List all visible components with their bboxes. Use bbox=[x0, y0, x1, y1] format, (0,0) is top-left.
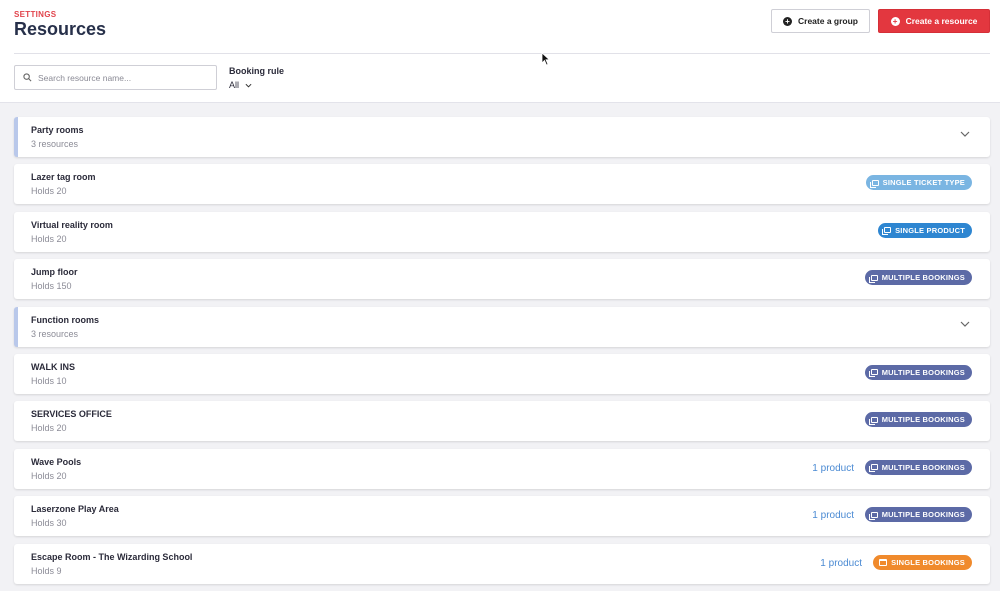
resource-name: Virtual reality room bbox=[31, 219, 113, 230]
resource-name: Function rooms bbox=[31, 314, 99, 325]
booking-rule-value: All bbox=[229, 80, 240, 90]
create-resource-button[interactable]: + Create a resource bbox=[878, 9, 990, 33]
badge-label: MULTIPLE BOOKINGS bbox=[881, 415, 965, 425]
resource-name: Jump floor bbox=[31, 267, 78, 278]
resource-row[interactable]: Jump floor Holds 150 MULTIPLE BOOKINGS bbox=[14, 259, 990, 300]
resource-capacity: Holds 10 bbox=[31, 375, 67, 386]
product-count-link[interactable]: 1 product bbox=[812, 510, 854, 521]
resource-group-row[interactable]: Function rooms 3 resources bbox=[14, 306, 990, 347]
stack-icon bbox=[882, 227, 892, 236]
mouse-cursor-icon bbox=[541, 52, 551, 66]
resource-name: WALK INS bbox=[31, 361, 75, 372]
badge-label: SINGLE BOOKINGS bbox=[891, 557, 965, 567]
stack-icon bbox=[868, 416, 878, 425]
create-resource-label: Create a resource bbox=[905, 16, 978, 26]
resource-row[interactable]: WALK INS Holds 10 MULTIPLE BOOKINGS bbox=[14, 353, 990, 394]
calendar-icon bbox=[879, 558, 888, 566]
page-header: SETTINGS Resources + Create a group + Cr… bbox=[0, 0, 1000, 103]
search-box[interactable] bbox=[14, 65, 217, 90]
resource-capacity: Holds 20 bbox=[31, 423, 67, 434]
resource-list: Party rooms 3 resources Lazer tag room Hold… bbox=[14, 117, 990, 591]
create-group-button[interactable]: + Create a group bbox=[771, 9, 870, 33]
resource-group-row[interactable]: Party rooms 3 resources bbox=[14, 117, 990, 157]
resource-row[interactable]: Wave Pools Holds 20 MULTIPLE BOOKINGS 1 pro… bbox=[14, 448, 990, 489]
booking-rule-badge: MULTIPLE BOOKINGS bbox=[864, 507, 972, 523]
booking-rule-badge: MULTIPLE BOOKINGS bbox=[864, 364, 972, 380]
chevron-down-icon[interactable] bbox=[960, 131, 970, 138]
stack-icon bbox=[868, 464, 878, 473]
resource-name: SERVICES OFFICE bbox=[31, 409, 112, 420]
booking-rule-badge: MULTIPLE BOOKINGS bbox=[864, 412, 972, 428]
resource-count: 3 resources bbox=[31, 139, 79, 149]
badge-label: SINGLE PRODUCT bbox=[895, 225, 965, 235]
resource-capacity: Holds 9 bbox=[31, 565, 62, 576]
resource-name: Party rooms bbox=[31, 125, 84, 135]
resource-row[interactable]: Laserzone Play Area Holds 30 MULTIPLE BOOK… bbox=[14, 496, 990, 537]
resource-capacity: Holds 150 bbox=[31, 281, 72, 292]
resource-capacity: Holds 20 bbox=[31, 186, 67, 197]
chevron-down-icon bbox=[245, 83, 252, 88]
plus-circle-icon: + bbox=[783, 16, 792, 26]
booking-rule-badge: SINGLE BOOKINGS bbox=[873, 554, 972, 570]
chevron-down-icon[interactable] bbox=[960, 321, 970, 328]
resource-name: Laserzone Play Area bbox=[31, 504, 119, 515]
resource-row[interactable]: Virtual reality room Holds 20 SINGLE PRODU… bbox=[14, 211, 990, 252]
resource-row[interactable]: Lazer tag room Holds 20 SINGLE TICKET TYPE bbox=[14, 164, 990, 205]
resource-count: 3 resources bbox=[31, 328, 79, 339]
booking-rule-label: Booking rule bbox=[229, 66, 285, 76]
resource-name: Lazer tag room bbox=[31, 172, 96, 183]
search-icon bbox=[23, 73, 32, 82]
booking-rule-badge: MULTIPLE BOOKINGS bbox=[864, 270, 972, 286]
search-input[interactable] bbox=[38, 72, 208, 83]
resource-name: Escape Room - The Wizarding School bbox=[31, 551, 193, 562]
badge-label: MULTIPLE BOOKINGS bbox=[881, 367, 965, 377]
section-label: SETTINGS bbox=[14, 10, 57, 19]
header-divider bbox=[14, 53, 990, 54]
resource-capacity: Holds 20 bbox=[31, 470, 67, 481]
create-group-label: Create a group bbox=[798, 16, 858, 26]
stack-icon bbox=[868, 511, 878, 520]
stack-icon bbox=[868, 274, 878, 283]
resource-row[interactable]: Escape Room - The Wizarding School Holds … bbox=[14, 543, 990, 584]
booking-rule-badge: MULTIPLE BOOKINGS bbox=[864, 459, 972, 475]
booking-rule-badge: SINGLE TICKET TYPE bbox=[865, 175, 972, 191]
booking-rule-badge: SINGLE PRODUCT bbox=[878, 222, 972, 238]
product-count-link[interactable]: 1 product bbox=[820, 558, 862, 569]
stack-icon bbox=[868, 369, 878, 378]
booking-rule-select[interactable]: All bbox=[229, 80, 252, 90]
page-title: Resources bbox=[14, 19, 107, 39]
badge-label: SINGLE TICKET TYPE bbox=[882, 178, 965, 188]
resource-capacity: Holds 30 bbox=[31, 518, 67, 529]
plus-circle-icon: + bbox=[890, 16, 900, 26]
product-count-link[interactable]: 1 product bbox=[812, 463, 854, 474]
badge-label: MULTIPLE BOOKINGS bbox=[881, 510, 965, 520]
resource-row[interactable]: SERVICES OFFICE Holds 20 MULTIPLE BOOKINGS bbox=[14, 401, 990, 442]
badge-label: MULTIPLE BOOKINGS bbox=[881, 273, 965, 283]
stack-icon bbox=[869, 179, 879, 188]
resource-name: Wave Pools bbox=[31, 456, 82, 467]
resource-capacity: Holds 20 bbox=[31, 233, 67, 244]
badge-label: MULTIPLE BOOKINGS bbox=[881, 462, 965, 472]
